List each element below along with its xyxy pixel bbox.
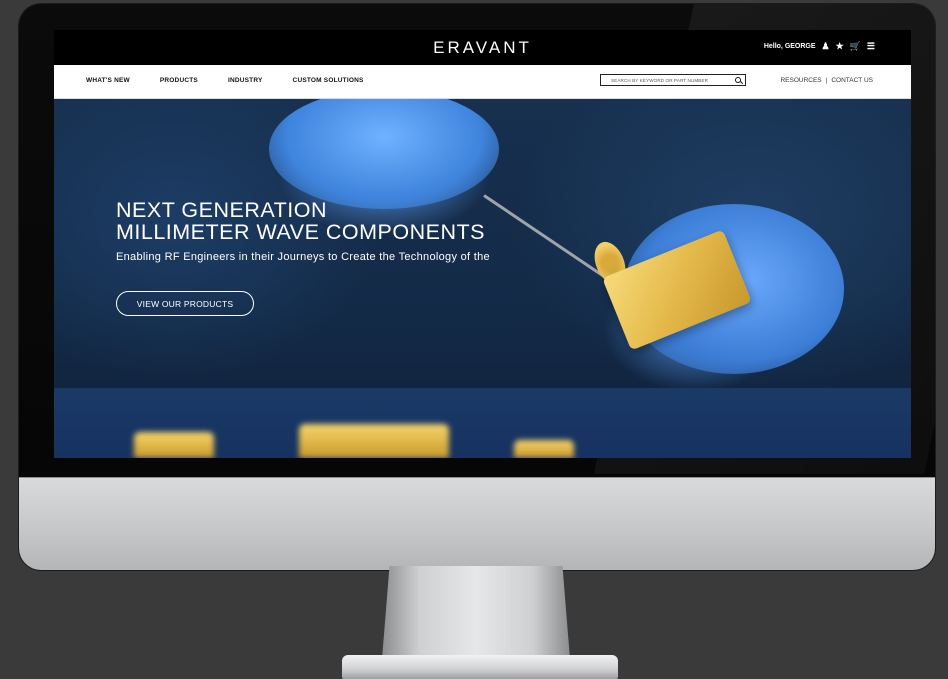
link-separator: | <box>825 77 828 84</box>
monitor-chin <box>19 477 935 570</box>
hero-text: NEXT GENERATION MILLIMETER WAVE COMPONEN… <box>116 199 490 263</box>
search-placeholder: SEARCH BY KEYWORD OR PART NUMBER <box>611 77 709 83</box>
nav-items: WHAT'S NEW PRODUCTS INDUSTRY CUSTOM SOLU… <box>86 77 364 84</box>
user-icon[interactable]: ♟ <box>822 42 830 51</box>
star-icon[interactable]: ★ <box>836 42 844 51</box>
monitor-stand-base <box>342 655 618 679</box>
search-icon[interactable] <box>735 77 741 83</box>
nav-item-custom-solutions[interactable]: CUSTOM SOLUTIONS <box>293 77 364 84</box>
nav-item-industry[interactable]: INDUSTRY <box>228 77 263 84</box>
main-nav: WHAT'S NEW PRODUCTS INDUSTRY CUSTOM SOLU… <box>54 65 911 99</box>
hero-photo-glove-left <box>269 99 499 209</box>
browser-viewport: ERAVANT Hello, GEORGE ♟ ★ 🛒 ☰ WHAT'S NEW… <box>54 30 911 458</box>
hero-banner: NEXT GENERATION MILLIMETER WAVE COMPONEN… <box>54 99 911 458</box>
hero-photo-tool <box>483 194 610 281</box>
monitor-stand <box>382 566 570 659</box>
hero-photo-blur-part <box>134 432 214 458</box>
hero-headline-line2: MILLIMETER WAVE COMPONENTS <box>116 220 485 244</box>
user-area: Hello, GEORGE ♟ ★ 🛒 ☰ <box>764 42 875 51</box>
list-icon[interactable]: ☰ <box>867 42 875 51</box>
nav-item-whats-new[interactable]: WHAT'S NEW <box>86 77 130 84</box>
hero-photo-blur-part <box>514 440 574 458</box>
greeting: Hello, GEORGE <box>763 43 816 50</box>
utility-links: RESOURCES | CONTACT US <box>780 77 873 84</box>
top-bar: ERAVANT Hello, GEORGE ♟ ★ 🛒 ☰ <box>54 30 911 65</box>
nav-item-products[interactable]: PRODUCTS <box>160 77 198 84</box>
hero-subtitle: Enabling RF Engineers in their Journeys … <box>116 251 490 263</box>
search-input[interactable]: SEARCH BY KEYWORD OR PART NUMBER <box>600 74 746 86</box>
hero-photo-blur-part <box>299 424 449 458</box>
contact-us-link[interactable]: CONTACT US <box>831 77 873 84</box>
hero-headline-line1: NEXT GENERATION <box>116 198 327 222</box>
view-products-button[interactable]: VIEW OUR PRODUCTS <box>116 291 254 316</box>
cart-icon[interactable]: 🛒 <box>850 42 861 51</box>
resources-link[interactable]: RESOURCES <box>780 77 821 84</box>
monitor: ERAVANT Hello, GEORGE ♟ ★ 🛒 ☰ WHAT'S NEW… <box>19 4 935 570</box>
